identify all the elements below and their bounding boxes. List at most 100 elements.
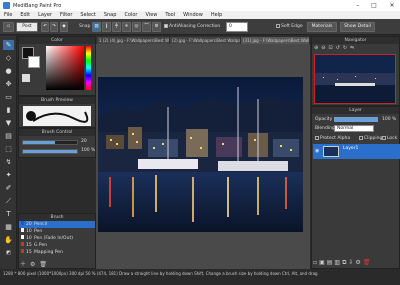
delete-layer-icon[interactable]: 🗑 xyxy=(363,259,373,266)
lasso-tool-icon[interactable]: ↯ xyxy=(3,157,14,167)
color-saturation-square[interactable] xyxy=(46,46,84,90)
document-tab[interactable]: (2).jpg - F:\Wallpapers\Best Wallpapers xyxy=(170,37,240,44)
rotate-left-icon[interactable]: ↺ xyxy=(336,45,343,51)
hue-slider[interactable] xyxy=(86,46,91,90)
new-file-icon[interactable]: ▫ xyxy=(3,22,14,32)
canvas-image[interactable] xyxy=(98,77,303,232)
brush-tool-icon[interactable]: ✎ xyxy=(3,40,14,50)
menu-layer[interactable]: Layer xyxy=(38,12,52,18)
redo-icon[interactable]: ↷ xyxy=(50,22,58,32)
close-button[interactable]: ✕ xyxy=(386,0,398,11)
delete-brush-icon[interactable]: 🗑 xyxy=(39,261,51,268)
brush-size-value: 20 xyxy=(81,139,87,144)
snap-parallel-icon[interactable]: ∥ xyxy=(102,22,111,32)
show-detail-button[interactable]: Show Detail xyxy=(340,22,375,32)
clipping-checkbox[interactable]: Clipping xyxy=(359,135,382,142)
navigator-controls: ⊕⊖⊡↺↻⇋ xyxy=(314,45,357,51)
menu-select[interactable]: Select xyxy=(80,12,95,18)
soft-edge-checkbox[interactable]: Soft Edge xyxy=(276,22,303,32)
fill-icon[interactable]: ◆ xyxy=(60,22,68,32)
navigator-header: Navigator xyxy=(312,37,399,44)
navigator-thumbnail[interactable] xyxy=(314,54,396,104)
layer-opacity-slider[interactable] xyxy=(334,117,378,122)
document-tab[interactable]: 1 (2) (4).jpg - F:\Wallpapers\Best Wallp… xyxy=(97,37,169,44)
snap-curve-icon[interactable]: ⌒ xyxy=(142,22,151,32)
color-swatch-icon[interactable]: ◩ xyxy=(3,248,14,258)
brush-list-item[interactable]: 10 Pen xyxy=(19,228,95,235)
correction-dropdown[interactable]: 0 xyxy=(226,22,248,32)
eraser-tool-icon[interactable]: ◇ xyxy=(3,53,14,63)
eyedropper-tool-icon[interactable]: ⟋ xyxy=(3,196,14,206)
antialiasing-checkbox[interactable]: AntiAliasing xyxy=(164,22,196,32)
brush-opacity-slider[interactable] xyxy=(22,149,78,154)
menu-view[interactable]: View xyxy=(146,12,158,18)
select-tool-icon[interactable]: ⬚ xyxy=(3,144,14,154)
move-tool-icon[interactable]: ✥ xyxy=(3,79,14,89)
brush-preview-panel: Brush Preview xyxy=(18,96,96,128)
status-bar: 1280 * 800 pixel (1000*1000px) 300 dpi 5… xyxy=(0,269,400,285)
window-title: MediBang Paint Pro xyxy=(13,2,62,9)
dot-tool-icon[interactable]: ● xyxy=(3,66,14,76)
menu-bar: File Edit Layer Filter Select Snap Color… xyxy=(0,11,400,19)
snap-radial-icon[interactable]: ✳ xyxy=(122,22,131,32)
lock-checkbox[interactable]: Lock xyxy=(382,135,397,142)
bucket-tool-icon[interactable]: ▼ xyxy=(3,118,14,128)
brush-color-icon xyxy=(21,235,24,239)
brush-settings-icon[interactable]: ⚙ xyxy=(30,261,39,268)
menu-snap[interactable]: Snap xyxy=(104,12,117,18)
menu-file[interactable]: File xyxy=(4,12,12,18)
main-toolbar: ▫ Post ↶ ↷ ◆ Snap ▧ ∥ ╪ ✳ ◎ ⌒ ⚙ AntiAlia… xyxy=(0,19,400,35)
gradation-tool-icon[interactable]: ▤ xyxy=(3,131,14,141)
brush-opacity-fill xyxy=(23,150,77,153)
rotate-right-icon[interactable]: ↻ xyxy=(343,45,350,51)
post-button[interactable]: Post xyxy=(16,22,38,32)
hand-tool-icon[interactable]: ✋ xyxy=(3,235,14,245)
layer-row-selected[interactable]: ◉ Layer1 xyxy=(313,144,400,159)
blending-dropdown[interactable]: Normal xyxy=(334,125,374,132)
new-halftone-layer-icon[interactable]: ▣ xyxy=(319,259,327,266)
snap-setting-icon[interactable]: ⚙ xyxy=(152,22,161,32)
document-tab-active[interactable]: (31).jpg - F:\Wallpapers\Best Wallpapers xyxy=(241,37,309,44)
text-tool-icon[interactable]: T xyxy=(3,209,14,219)
menu-tool[interactable]: Tool xyxy=(165,12,175,18)
materials-button[interactable]: Materials xyxy=(307,22,337,32)
new-1bit-layer-icon[interactable]: ▥ xyxy=(334,259,342,266)
brush-list-item[interactable]: 20 Pencil xyxy=(19,221,95,228)
snap-off-icon[interactable]: ▧ xyxy=(92,22,101,32)
fit-icon[interactable]: ⊡ xyxy=(328,45,335,51)
menu-filter[interactable]: Filter xyxy=(60,12,72,18)
select-pen-tool-icon[interactable]: ✐ xyxy=(3,183,14,193)
menu-edit[interactable]: Edit xyxy=(20,12,30,18)
clipping-check-icon xyxy=(359,135,363,140)
fill-tool-icon[interactable]: ▮ xyxy=(3,105,14,115)
brush-color-icon xyxy=(21,228,24,232)
layer-settings-icon[interactable]: ⚙ xyxy=(355,259,362,266)
brush-panel-footer-icons: ＋⚙🗑 xyxy=(20,259,51,268)
magic-wand-tool-icon[interactable]: ✦ xyxy=(3,170,14,180)
flip-icon[interactable]: ⇋ xyxy=(350,45,357,51)
menu-window[interactable]: Window xyxy=(183,12,203,18)
transparent-color-icon[interactable] xyxy=(22,74,30,82)
status-text: 1280 * 800 pixel (1000*1000px) 300 dpi 5… xyxy=(3,271,318,276)
menu-help[interactable]: Help xyxy=(211,12,222,18)
snap-circle-icon[interactable]: ◎ xyxy=(132,22,141,32)
maximize-button[interactable]: □ xyxy=(368,0,380,11)
snap-cross-icon[interactable]: ╪ xyxy=(112,22,121,32)
brush-list-item[interactable]: 10 Pen (Fade In/Out) xyxy=(19,235,95,242)
undo-icon[interactable]: ↶ xyxy=(41,22,49,32)
secondary-color-swatch[interactable] xyxy=(28,56,40,68)
protect-alpha-checkbox[interactable]: Protect Alpha xyxy=(315,135,350,142)
menu-color[interactable]: Color xyxy=(124,12,137,18)
divide-tool-icon[interactable]: ▦ xyxy=(3,222,14,232)
harbor-night-photo xyxy=(98,77,303,232)
add-brush-icon[interactable]: ＋ xyxy=(20,261,30,268)
brush-stroke-preview xyxy=(23,106,91,126)
brush-list-item[interactable]: 15 Mapping Pen xyxy=(19,249,95,256)
transform-tool-icon[interactable]: ▭ xyxy=(3,92,14,102)
brush-list-item[interactable]: 15 G Pen xyxy=(19,242,95,249)
layer-header: Layer xyxy=(312,107,399,114)
brush-size-slider[interactable] xyxy=(22,140,78,145)
visibility-eye-icon[interactable]: ◉ xyxy=(315,148,319,154)
title-bar: MediBang Paint Pro – □ ✕ xyxy=(0,0,400,11)
minimize-button[interactable]: – xyxy=(352,0,364,11)
